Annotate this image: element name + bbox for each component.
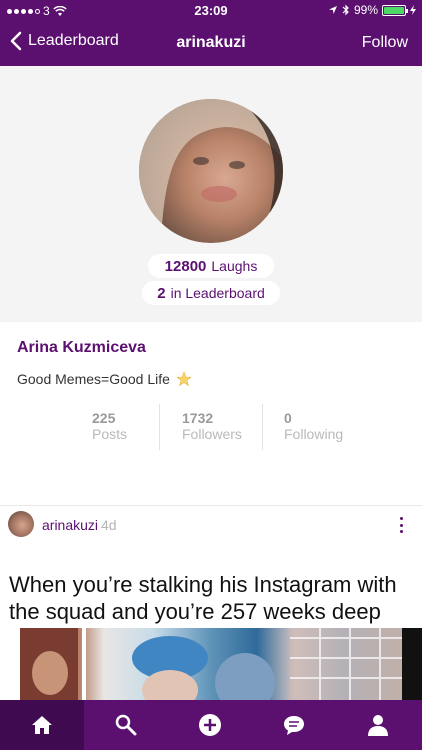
profile-bio: Good Memes=Good Life (17, 371, 192, 387)
battery-icon (382, 4, 408, 16)
more-options-icon[interactable] (397, 515, 405, 535)
post-timestamp: 4d (101, 517, 117, 533)
bio-text: Good Memes=Good Life (17, 371, 170, 387)
chat-icon (284, 716, 304, 735)
profile-name: Arina Kuzmiceva (17, 339, 146, 356)
stat-posts[interactable]: 225 Posts (92, 410, 127, 442)
meme-photo (20, 628, 402, 700)
posts-count: 225 (92, 410, 116, 426)
rank-number: 2 (157, 284, 166, 302)
stat-following[interactable]: 0 Following (284, 410, 343, 442)
status-bar: 3 23:09 99% (0, 0, 422, 22)
meme-caption: When you’re stalking his Instagram with … (9, 572, 397, 624)
rank-label: in Leaderboard (170, 285, 265, 301)
meme-photo-art (20, 628, 402, 700)
followers-count: 1732 (182, 410, 214, 426)
posts-label: Posts (92, 426, 128, 442)
follow-button[interactable]: Follow (362, 34, 408, 52)
stat-divider (262, 404, 263, 450)
battery-fill (384, 6, 404, 14)
stat-divider (159, 404, 160, 450)
avatar-photo (139, 99, 283, 243)
search-icon (115, 714, 137, 736)
location-icon (328, 6, 337, 14)
post-author-name[interactable]: arinakuzi (42, 517, 98, 533)
glowing-star-icon (176, 371, 192, 387)
charging-icon (410, 5, 416, 15)
tab-bar (0, 700, 422, 750)
post-image[interactable]: When you’re stalking his Instagram with … (0, 543, 422, 700)
battery-percent: 99% (353, 3, 378, 17)
add-icon (199, 714, 221, 736)
header: 3 23:09 99% Leaderboard arinakuzi Follow (0, 0, 422, 66)
profile-avatar (139, 99, 283, 243)
page-title: arinakuzi (176, 34, 246, 51)
bluetooth-icon (342, 4, 349, 16)
divider (0, 505, 422, 506)
tab-search[interactable] (84, 700, 168, 750)
following-label: Following (284, 426, 344, 442)
profile-stats: 225 Posts 1732 Followers 0 Following (0, 404, 422, 452)
tab-messages[interactable] (252, 700, 336, 750)
followers-label: Followers (182, 426, 242, 442)
tab-add[interactable] (168, 700, 252, 750)
tab-profile[interactable] (336, 700, 420, 750)
leaderboard-rank-badge[interactable]: 2 in Leaderboard (142, 281, 280, 305)
laughs-count: 12800 (164, 257, 207, 275)
laughs-label: Laughs (211, 258, 258, 274)
profile-icon (368, 715, 388, 736)
post-author-avatar[interactable] (8, 511, 34, 537)
nav-bar: Leaderboard arinakuzi Follow (0, 22, 422, 66)
status-right: 99% (328, 3, 416, 17)
stat-followers[interactable]: 1732 Followers (182, 410, 242, 442)
following-count: 0 (284, 410, 292, 426)
profile-header: 12800 Laughs 2 in Leaderboard (0, 66, 422, 322)
laughs-badge: 12800 Laughs (148, 254, 274, 278)
tab-home[interactable] (0, 700, 84, 750)
home-icon (32, 716, 52, 734)
